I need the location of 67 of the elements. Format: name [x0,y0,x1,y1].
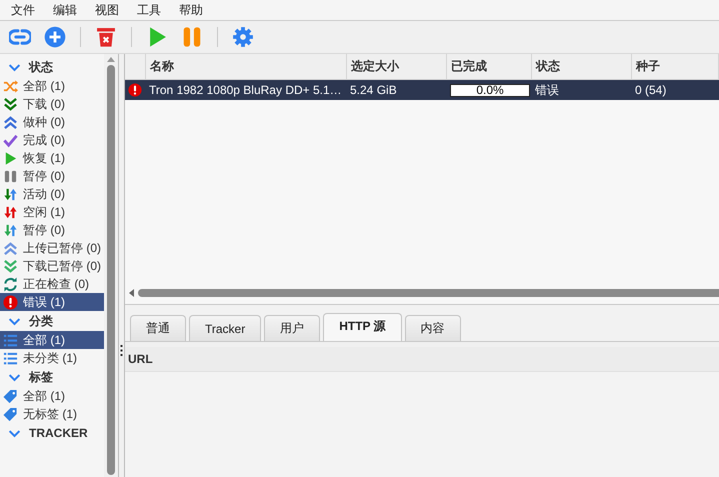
menu-item[interactable]: 编辑 [48,2,90,18]
list-icon [3,350,18,366]
menu-item[interactable]: 工具 [132,2,174,18]
filter-item[interactable]: 暂停 (0) [0,167,104,185]
column-header[interactable]: 选定大小 [347,54,447,79]
filter-item[interactable]: 全部 (1) [0,331,104,349]
column-header[interactable]: 已完成 [447,54,532,79]
check-icon [3,132,18,148]
up-down-arrows-icon [3,222,18,238]
exclamation-icon [3,294,18,310]
table-cell-text: 错误 [534,82,560,98]
detail-tab[interactable]: HTTP 源 [323,313,402,341]
tag-icon [3,388,18,404]
pause-icon [3,168,18,184]
filter-item[interactable]: 全部 (1) [0,77,104,95]
progress-bar: 0.0% [450,84,530,96]
up-down-arrows-icon [3,204,18,220]
filter-item[interactable]: 正在检查 (0) [0,275,104,293]
filter-item[interactable]: 下载已暂停 (0) [0,257,104,275]
filter-item[interactable]: 做种 (0) [0,113,104,131]
filter-item[interactable]: 空闲 (1) [0,203,104,221]
splitter-grip-icon[interactable] [120,345,123,356]
filter-item[interactable]: 无标签 (1) [0,405,104,423]
section-title: 状态 [29,58,53,76]
tag-icon [3,406,18,422]
filter-item[interactable]: 上传已暂停 (0) [0,239,104,257]
section-title: 分类 [29,312,53,330]
menu-item[interactable]: 视图 [90,2,132,18]
filter-item[interactable]: 暂停 (0) [0,221,104,239]
refresh-icon [3,276,18,292]
double-chevron-up-icon [3,114,18,130]
filter-item[interactable]: 完成 (0) [0,131,104,149]
list-icon [3,332,18,348]
trash-icon [95,26,117,48]
filter-item[interactable]: 错误 (1) [0,293,104,311]
double-chevron-up-icon [3,240,18,256]
table-cell-text: 0 (54) [634,82,668,99]
exclamation-icon [128,83,142,97]
filter-item[interactable]: 活动 (0) [0,185,104,203]
column-header[interactable]: URL [125,352,153,366]
settings-icon [232,26,254,48]
detail-tab[interactable]: 内容 [404,315,461,341]
double-chevron-down-icon [3,258,18,274]
section-title: 标签 [29,368,53,386]
vertical-scrollbar[interactable] [104,54,118,477]
menu-item[interactable]: 帮助 [174,2,216,18]
double-chevron-down-icon [3,96,18,112]
play-icon [3,150,18,166]
column-header[interactable]: 名称 [146,54,347,79]
detail-tab[interactable]: Tracker [189,315,262,341]
filter-item[interactable]: 未分类 (1) [0,349,104,367]
detail-tab[interactable]: 普通 [130,315,186,341]
section-title: TRACKER [29,426,88,440]
column-header[interactable]: 种子 [632,54,719,79]
up-down-arrows-icon [3,186,18,202]
menu-item[interactable]: 文件 [6,2,48,18]
pause-icon [181,26,203,48]
filter-item[interactable]: 恢复 (1) [0,149,104,167]
filter-item[interactable]: 下载 (0) [0,95,104,113]
table-cell-text: Tron 1982 1080p BluRay DD+ 5.1… [148,82,343,99]
filter-item[interactable]: 全部 (1) [0,387,104,405]
detail-tab[interactable]: 用户 [264,315,320,341]
plus-icon [44,26,66,48]
column-header[interactable]: 状态 [532,54,632,79]
shuffle-icon [3,78,18,94]
table-cell-text: 5.24 GiB [349,82,398,99]
torrent-row[interactable]: Tron 1982 1080p BluRay DD+ 5.1… 5.24 GiB 0.0% 错误 0 (54) [125,80,719,100]
